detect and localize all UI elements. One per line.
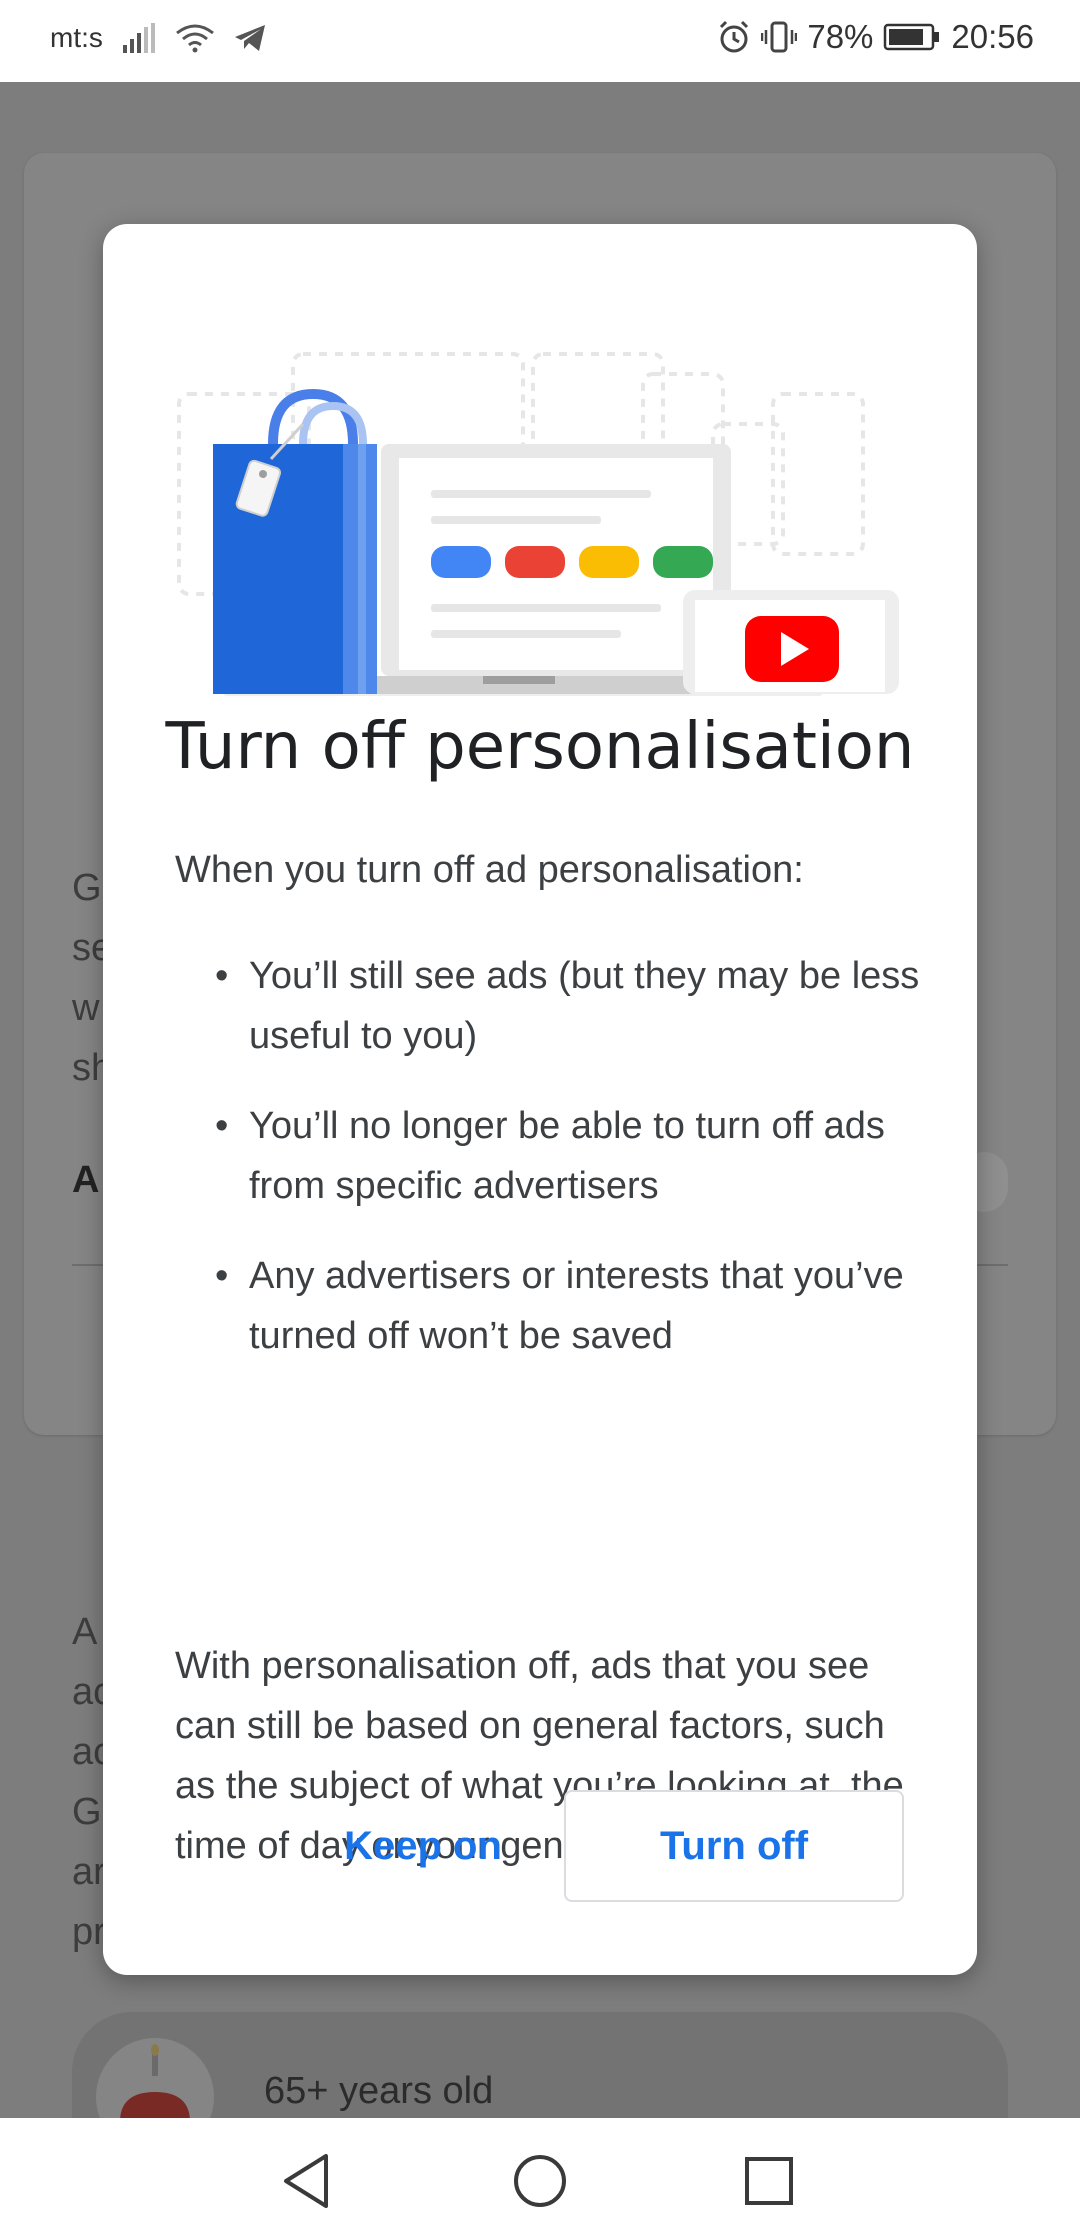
background-text: A bbox=[72, 1611, 98, 1653]
telegram-icon bbox=[234, 25, 265, 51]
list-item: You’ll no longer be able to turn off ads… bbox=[215, 1096, 935, 1216]
background-text: G bbox=[72, 867, 102, 909]
status-right: 78% 20:56 bbox=[717, 18, 1034, 56]
battery-percent: 78% bbox=[807, 18, 874, 55]
back-icon[interactable] bbox=[276, 2148, 342, 2214]
turn-off-button[interactable]: Turn off bbox=[564, 1790, 904, 1902]
clock: 20:56 bbox=[951, 18, 1034, 55]
navigation-bar bbox=[0, 2118, 1080, 2240]
age-label: 65+ years old bbox=[264, 2070, 494, 2112]
background-text: pr bbox=[72, 1911, 106, 1953]
signal-icon bbox=[122, 23, 155, 53]
list-item: You’ll still see ads (but they may be le… bbox=[215, 946, 935, 1066]
background-heading: A bbox=[72, 1159, 100, 1201]
consequence-list: You’ll still see ads (but they may be le… bbox=[215, 946, 935, 1396]
home-icon[interactable] bbox=[507, 2148, 573, 2214]
vibrate-icon bbox=[761, 21, 798, 53]
background-text: ar bbox=[72, 1851, 106, 1893]
carrier-label: mt:s bbox=[50, 22, 103, 53]
keep-on-button[interactable]: Keep on bbox=[323, 1790, 523, 1902]
dialog-title: Turn off personalisation bbox=[165, 710, 915, 784]
recents-icon[interactable] bbox=[736, 2148, 802, 2214]
background-text: G bbox=[72, 1791, 102, 1833]
wifi-icon bbox=[175, 24, 214, 53]
turn-off-personalisation-dialog: Turn off personalisation When you turn o… bbox=[103, 224, 977, 1975]
background-text: w bbox=[72, 987, 100, 1029]
battery-icon bbox=[884, 23, 940, 51]
status-bar: mt:s 78% 20:56 bbox=[0, 0, 1080, 82]
dialog-intro: When you turn off ad personalisation: bbox=[175, 849, 804, 891]
alarm-icon bbox=[720, 20, 749, 53]
status-left: mt:s bbox=[50, 22, 267, 54]
list-item: Any advertisers or interests that you’ve… bbox=[215, 1246, 935, 1366]
